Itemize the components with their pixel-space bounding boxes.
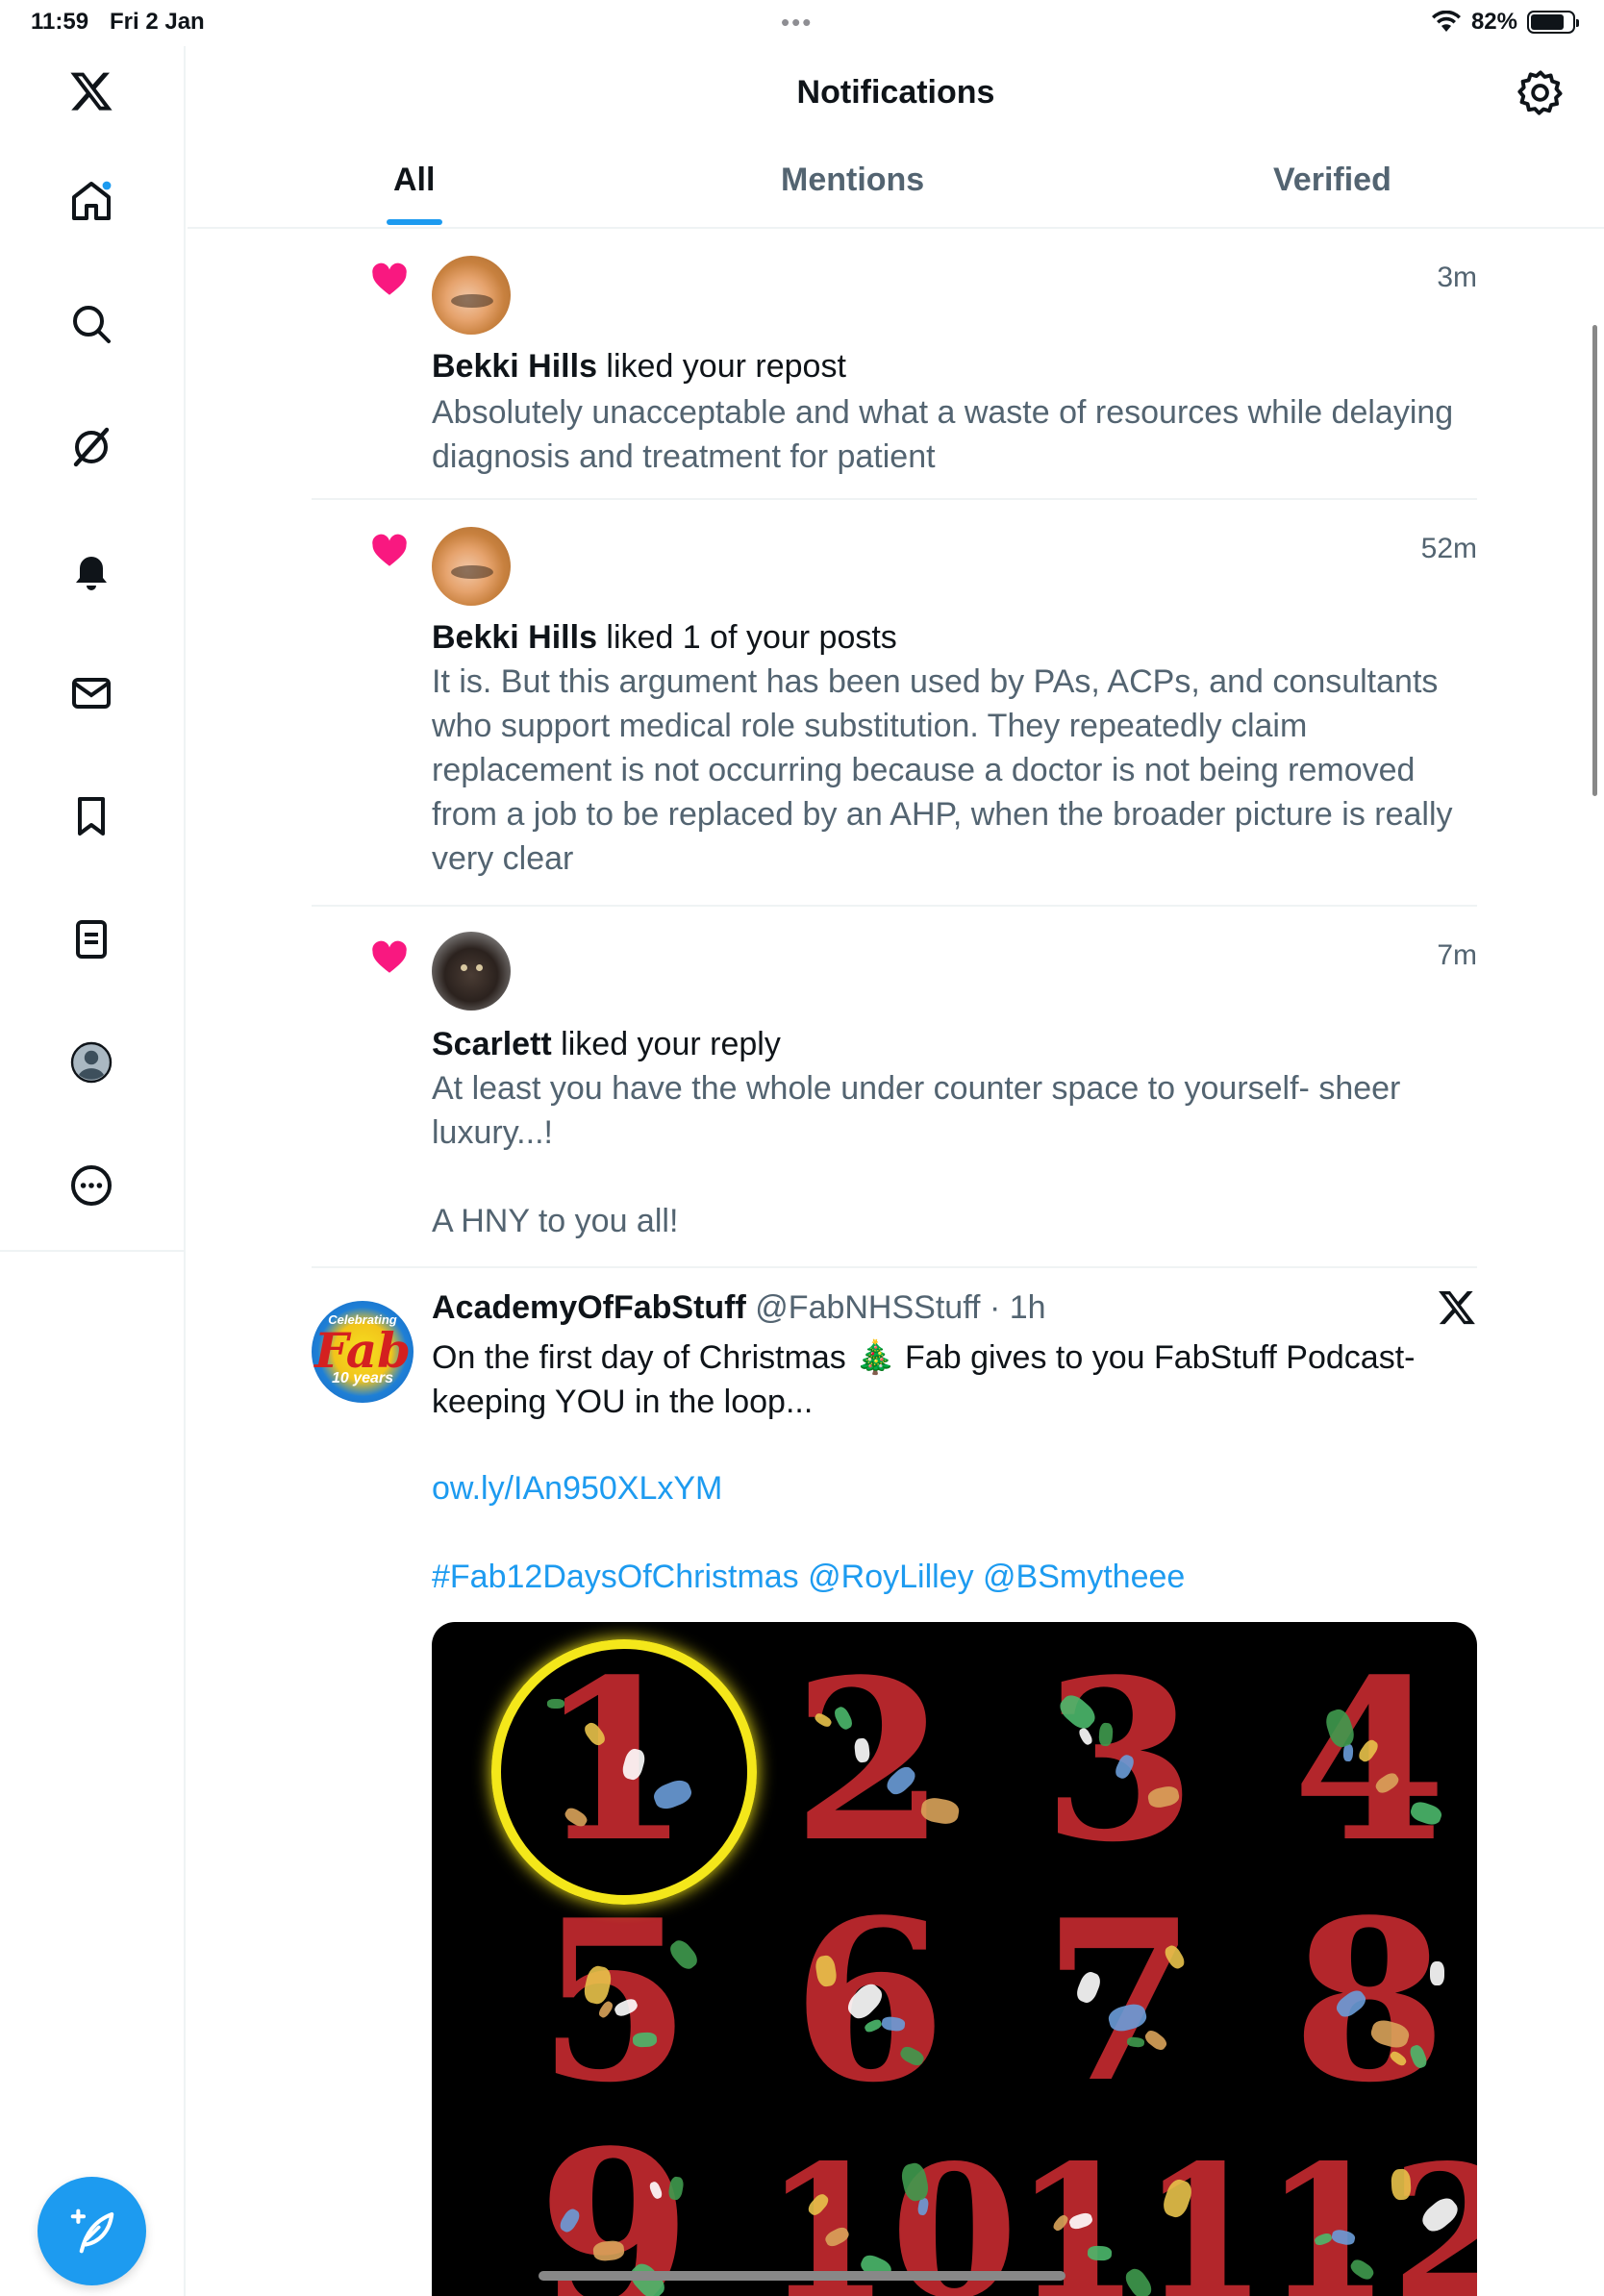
illustration-figure xyxy=(1342,1743,1354,1762)
multitask-dots-icon[interactable]: ••• xyxy=(781,8,813,37)
scrollbar[interactable] xyxy=(1592,325,1597,796)
notifications-feed: 3m Bekki Hills liked your repost Absolut… xyxy=(312,231,1477,2296)
profile-icon[interactable] xyxy=(63,1035,119,1090)
active-tab-indicator xyxy=(387,219,442,225)
avatar[interactable] xyxy=(432,932,511,1011)
notification-time: 7m xyxy=(1437,939,1477,971)
avatar[interactable] xyxy=(432,527,511,606)
highlight-circle xyxy=(491,1639,757,1905)
tab-all[interactable]: All xyxy=(393,162,435,199)
username[interactable]: Bekki Hills xyxy=(432,348,597,385)
x-logo-icon xyxy=(1439,1291,1475,1325)
illustration-figure xyxy=(1087,2245,1113,2261)
illustration-number: 7 xyxy=(1041,1872,1197,2132)
feather-plus-icon xyxy=(70,2209,113,2253)
illustration-figure xyxy=(632,2032,658,2048)
notification-time: 52m xyxy=(1420,533,1477,564)
notification-action: liked your repost xyxy=(596,348,846,385)
illustration-figure xyxy=(1391,2168,1412,2201)
bookmarks-icon[interactable] xyxy=(63,788,119,844)
post-handle[interactable]: @FabNHSStuff xyxy=(755,1289,980,1326)
illustration-number: 2 xyxy=(791,1632,947,1891)
illustration-figure xyxy=(1430,1961,1444,1985)
heart-icon xyxy=(372,534,407,566)
post-time: · 1h xyxy=(989,1289,1046,1326)
notification-item[interactable]: 3m Bekki Hills liked your repost Absolut… xyxy=(312,231,1477,500)
battery-icon xyxy=(1527,11,1579,34)
search-icon[interactable] xyxy=(63,296,119,352)
home-icon[interactable] xyxy=(63,173,119,229)
status-date: Fri 2 Jan xyxy=(110,9,205,35)
notification-summary: Bekki Hills liked 1 of your posts xyxy=(432,615,1477,660)
avatar[interactable]: Celebrating Fab 10 years xyxy=(312,1301,414,1403)
tab-verified[interactable]: Verified xyxy=(1273,162,1391,199)
lists-icon[interactable] xyxy=(63,911,119,967)
messages-icon[interactable] xyxy=(63,665,119,721)
post-link[interactable]: ow.ly/IAn950XLxYM xyxy=(432,1470,722,1508)
avatar[interactable] xyxy=(432,256,511,335)
illustration-number: 5 xyxy=(537,1872,692,2132)
compose-post-button[interactable] xyxy=(38,2177,146,2285)
post-text: On the first day of Christmas 🎄 Fab give… xyxy=(432,1339,1416,1420)
avatar-text: 10 years xyxy=(331,1370,394,1386)
notification-post-text: Absolutely unacceptable and what a waste… xyxy=(432,394,1454,475)
username[interactable]: Scarlett xyxy=(432,1026,552,1062)
illustration-number: 11 xyxy=(1014,2125,1268,2296)
notification-item[interactable]: 52m Bekki Hills liked 1 of your posts It… xyxy=(312,500,1477,907)
notification-time: 3m xyxy=(1437,262,1477,293)
home-indicator[interactable] xyxy=(539,2271,1065,2281)
heart-icon xyxy=(372,940,407,973)
more-icon[interactable] xyxy=(63,1158,119,1213)
sidebar-divider xyxy=(0,1250,186,1252)
illustration-number: 8 xyxy=(1291,1872,1447,2132)
sidebar xyxy=(0,46,186,2296)
post-image[interactable]: 123456789101112 xyxy=(432,1622,1477,2296)
x-logo-icon[interactable] xyxy=(63,63,119,119)
post-hashtags-mentions[interactable]: #Fab12DaysOfChristmas @RoyLilley @BSmyth… xyxy=(432,1559,1185,1596)
tab-mentions[interactable]: Mentions xyxy=(781,162,924,199)
post-author-name[interactable]: AcademyOfFabStuff xyxy=(432,1289,746,1326)
notification-post-text: It is. But this argument has been used b… xyxy=(432,663,1453,877)
notification-summary: Bekki Hills liked your repost xyxy=(432,344,1477,388)
wifi-icon xyxy=(1431,11,1461,32)
notification-post-text: At least you have the whole under counte… xyxy=(432,1070,1401,1239)
heart-icon xyxy=(372,262,407,295)
notification-action: liked 1 of your posts xyxy=(596,619,897,656)
notifications-icon[interactable] xyxy=(63,542,119,598)
post-author: AcademyOfFabStuff @FabNHSStuff · 1h xyxy=(432,1289,1046,1327)
settings-gear-icon[interactable] xyxy=(1516,67,1566,117)
notification-item[interactable]: 7m Scarlett liked your reply At least yo… xyxy=(312,907,1477,1268)
status-time: 11:59 xyxy=(31,9,89,35)
illustration-number: 4 xyxy=(1291,1632,1447,1891)
page-title: Notifications xyxy=(796,74,995,111)
notification-action: liked your reply xyxy=(551,1026,781,1062)
grok-icon[interactable] xyxy=(63,419,119,475)
post-item[interactable]: Celebrating Fab 10 years AcademyOfFabStu… xyxy=(312,1268,1477,2296)
notifications-header: Notifications All Mentions Verified xyxy=(188,46,1604,229)
battery-percent: 82% xyxy=(1470,9,1517,35)
status-bar: 11:59 Fri 2 Jan ••• 82% xyxy=(0,0,1604,46)
notification-summary: Scarlett liked your reply xyxy=(432,1022,1477,1066)
illustration-number: 9 xyxy=(537,2103,692,2296)
username[interactable]: Bekki Hills xyxy=(432,619,597,656)
